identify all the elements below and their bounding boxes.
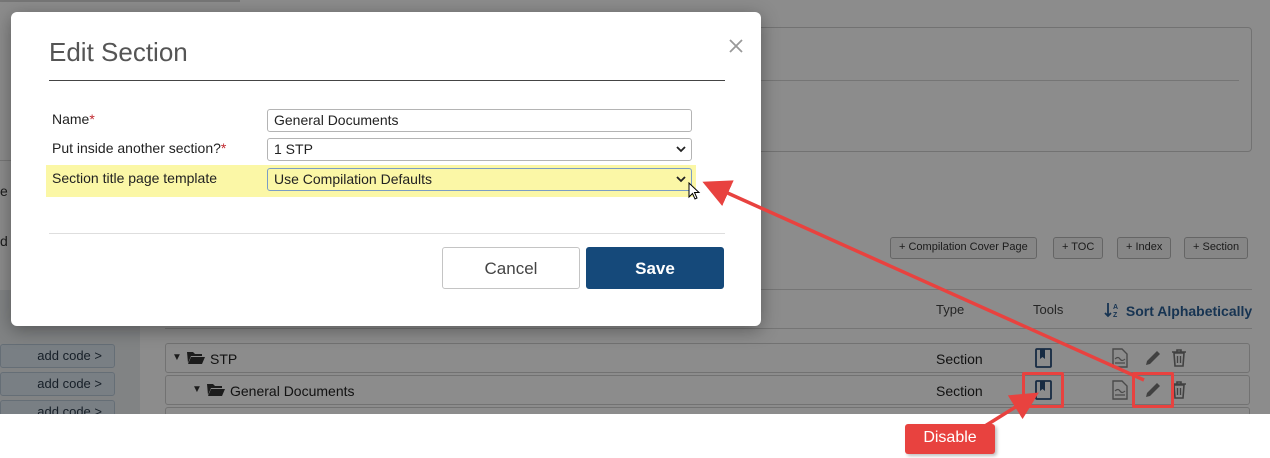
chevron-down-icon xyxy=(676,146,686,153)
footer-divider xyxy=(49,233,725,234)
close-icon[interactable] xyxy=(724,34,748,58)
required-mark: * xyxy=(220,140,227,156)
name-label: Name* xyxy=(52,111,95,127)
highlight-pencil-icon xyxy=(1132,372,1174,408)
cancel-button[interactable]: Cancel xyxy=(442,247,580,289)
parent-section-label-text: Put inside another section? xyxy=(52,140,221,156)
edit-section-modal: Edit Section Name* General Documents Put… xyxy=(11,12,761,326)
disable-callout: Disable xyxy=(905,424,995,454)
modal-title: Edit Section xyxy=(49,37,188,67)
template-value: Use Compilation Defaults xyxy=(274,171,432,187)
parent-section-label: Put inside another section?* xyxy=(52,140,226,156)
title-divider xyxy=(49,80,725,81)
chevron-down-icon xyxy=(676,176,686,183)
mouse-cursor-icon xyxy=(688,182,701,200)
required-mark: * xyxy=(89,111,95,127)
name-input[interactable]: General Documents xyxy=(267,109,692,132)
save-button[interactable]: Save xyxy=(586,247,724,289)
parent-section-value: 1 STP xyxy=(274,141,313,157)
highlight-title-page-icon xyxy=(1022,372,1064,408)
template-label: Section title page template xyxy=(52,170,217,186)
name-label-text: Name xyxy=(52,111,90,127)
parent-section-select[interactable]: 1 STP xyxy=(267,138,692,161)
template-select[interactable]: Use Compilation Defaults xyxy=(267,168,692,191)
